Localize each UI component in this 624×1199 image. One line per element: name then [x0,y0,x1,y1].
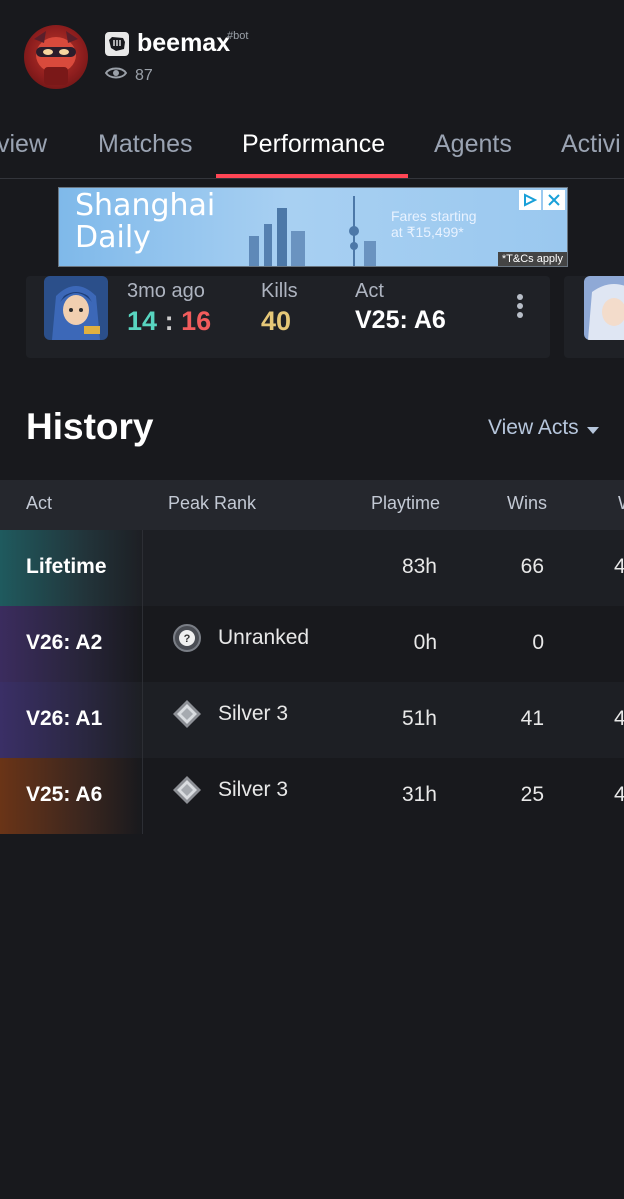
score-separator: : [164,306,174,336]
match-card[interactable]: 3mo ago 14 : 16 Kills 40 Act V25: A6 [26,276,550,358]
wins: 25 [520,783,544,806]
act-cell: V26: A2 [0,606,143,682]
kills-label: Kills [261,280,298,302]
tab-matches[interactable]: Matches [98,130,192,159]
wins: 0 [532,631,544,654]
view-acts-label: View Acts [488,416,579,439]
rounds-won: 14 [127,306,158,336]
match-time: 3mo ago [127,280,205,302]
winrate: 4 [614,555,624,578]
adchoices-icon[interactable] [519,190,541,210]
more-options-icon[interactable] [510,294,530,324]
peak-rank: Silver 3 [172,775,288,805]
act-name: V26: A1 [26,707,103,730]
rounds-lost: 16 [181,306,212,336]
profile-tabs: view Matches Performance Agents Activi [0,118,624,179]
close-icon[interactable] [543,190,565,210]
agent-portrait [44,276,108,340]
rank-name: Silver 3 [218,778,289,801]
winrate: 4 [614,707,624,730]
ad-fares: Fares starting at ₹15,499* [391,208,477,240]
history-title: History [26,406,154,447]
col-peak-rank[interactable]: Peak Rank [168,493,256,514]
rank-name: Silver 3 [218,702,289,725]
ad-brand: Shanghai Daily [75,190,215,254]
act-cell: V25: A6 [0,758,143,834]
svg-text:?: ? [184,633,191,645]
act-name: Lifetime [26,555,107,578]
caret-down-icon [586,416,599,440]
act-label: Act [355,280,384,302]
col-winrate[interactable]: W [618,493,624,514]
kills-value: 40 [261,306,292,336]
wins: 41 [520,707,544,730]
views-counter: 87 [104,66,153,85]
table-row[interactable]: Lifetime 83h 66 4 [0,530,624,606]
avatar[interactable] [24,25,88,89]
act-name: V25: A6 [26,783,103,806]
silver-rank-icon [173,776,201,804]
match-score: 14 : 16 [127,306,211,337]
eye-icon [104,66,128,85]
profile-header: beemax #bot 87 [0,0,624,110]
act-value: V25: A6 [355,306,446,334]
table-row[interactable]: V25: A6 Silver 3 31h 25 4 [0,758,624,834]
playtime: 51h [401,707,437,730]
skyline-image [249,196,376,266]
act-cell: Lifetime [0,530,143,606]
winrate: 4 [614,783,624,806]
tab-overview[interactable]: view [0,130,47,159]
silver-rank-icon [173,700,201,728]
user-tag: #bot [227,30,249,42]
col-act[interactable]: Act [26,493,52,514]
ad-banner[interactable]: Shanghai Daily Fares starting at ₹15,499… [58,187,568,267]
peak-rank: Silver 3 [172,699,288,729]
username: beemax [137,29,231,57]
unranked-icon: ? [173,624,201,652]
match-card-next[interactable] [564,276,624,358]
playtime: 83h [401,555,437,578]
ad-terms: *T&Cs apply [497,252,567,266]
tab-performance[interactable]: Performance [242,130,385,159]
tab-agents[interactable]: Agents [434,130,512,159]
playtime: 31h [401,783,437,806]
act-cell: V26: A1 [0,682,143,758]
ad-fares-line1: Fares starting [391,208,477,224]
ad-brand-line2: Daily [75,220,151,255]
col-playtime[interactable]: Playtime [371,493,440,514]
tab-activity[interactable]: Activi [561,130,621,159]
view-acts-dropdown[interactable]: View Acts [488,416,599,440]
ad-controls [519,190,565,210]
table-header: Act Peak Rank Playtime Wins W [0,480,624,530]
peak-rank: ? Unranked [172,623,309,653]
col-wins[interactable]: Wins [507,493,547,514]
ad-brand-line1: Shanghai [75,188,216,223]
active-tab-indicator [216,174,408,178]
wins: 66 [520,555,544,578]
ad-fares-line2: at ₹15,499* [391,224,464,240]
riot-fist-icon [105,32,129,56]
table-row[interactable]: V26: A2 ? Unranked 0h 0 [0,606,624,682]
table-row[interactable]: V26: A1 Silver 3 51h 41 4 [0,682,624,758]
rank-name: Unranked [218,626,310,649]
views-count: 87 [135,66,153,84]
act-name: V26: A2 [26,631,103,654]
playtime: 0h [413,631,437,654]
agent-portrait-next [584,276,624,340]
